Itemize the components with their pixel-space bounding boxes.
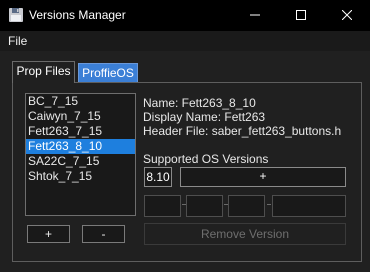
- list-item-selected[interactable]: Fett263_8_10: [26, 139, 135, 154]
- list-item[interactable]: Caiwyn_7_15: [26, 109, 135, 124]
- minimize-icon: [250, 9, 260, 23]
- prop-name: Name: Fett263_8_10: [143, 96, 256, 110]
- tab-proffieos[interactable]: ProffieOS: [78, 63, 138, 83]
- prop-header-file: Header File: saber_fett263_buttons.h: [143, 124, 342, 138]
- version-end-major-field[interactable]: [228, 195, 265, 217]
- version-major-field[interactable]: [144, 195, 181, 217]
- list-item[interactable]: Fett263_7_15: [26, 124, 135, 139]
- version-minor-field[interactable]: [186, 195, 223, 217]
- prop-display-name: Display Name: Fett263: [143, 110, 266, 124]
- tab-prop-files[interactable]: Prop Files: [12, 61, 75, 83]
- menu-bar: File: [0, 31, 370, 51]
- add-os-version-button[interactable]: +: [180, 167, 346, 187]
- maximize-button[interactable]: [278, 0, 324, 31]
- menu-file[interactable]: File: [8, 34, 27, 48]
- maximize-icon: [296, 9, 306, 23]
- remove-version-button[interactable]: Remove Version: [144, 223, 346, 245]
- version-end-minor-field[interactable]: [272, 195, 346, 217]
- add-prop-button[interactable]: +: [27, 225, 70, 243]
- title-bar[interactable]: Versions Manager: [0, 0, 370, 31]
- list-item[interactable]: Shtok_7_15: [26, 169, 135, 184]
- minimize-button[interactable]: [232, 0, 278, 31]
- floppy-disk-icon: [8, 7, 24, 23]
- remove-prop-button[interactable]: -: [82, 225, 125, 243]
- list-item[interactable]: BC_7_15: [26, 94, 135, 109]
- os-version-tag[interactable]: 8.10: [144, 167, 172, 187]
- list-item[interactable]: SA22C_7_15: [26, 154, 135, 169]
- window-title: Versions Manager: [29, 8, 126, 22]
- versions-manager-window: Versions Manager File Prop Files Proffie…: [0, 0, 370, 272]
- prop-files-list[interactable]: BC_7_15 Caiwyn_7_15 Fett263_7_15 Fett263…: [25, 93, 136, 216]
- version-separator: [267, 204, 271, 205]
- close-icon: [341, 9, 353, 23]
- close-button[interactable]: [324, 0, 370, 31]
- supported-os-heading: Supported OS Versions: [143, 152, 269, 166]
